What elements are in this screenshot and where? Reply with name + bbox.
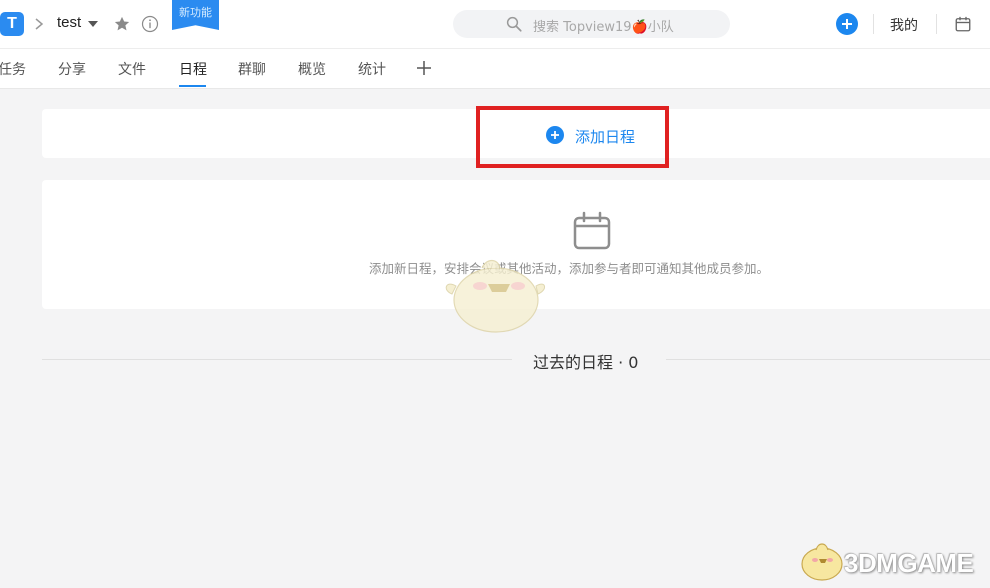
tab-overview[interactable]: 概览 (298, 59, 326, 79)
divider (936, 14, 937, 34)
add-tab-icon[interactable] (415, 59, 433, 77)
highlight-box (476, 106, 669, 168)
calendar-icon (573, 211, 611, 250)
project-name[interactable]: test (57, 14, 81, 31)
site-watermark: 3DMGAME (796, 536, 986, 584)
plus-icon (842, 19, 852, 29)
tab-tasks[interactable]: 任务 (0, 59, 26, 79)
divider (666, 359, 990, 360)
tab-schedule[interactable]: 日程 (179, 59, 207, 79)
calendar-icon[interactable] (954, 15, 972, 33)
tab-group-chat[interactable]: 群聊 (238, 59, 266, 79)
mascot-logo-icon (801, 543, 843, 581)
search-input[interactable]: 搜索 Topview19🍎小队 (453, 10, 730, 38)
divider (42, 359, 512, 360)
tab-files[interactable]: 文件 (118, 59, 146, 79)
active-tab-indicator (179, 85, 206, 87)
empty-state-message: 添加新日程，安排会议或其他活动，添加参与者即可通知其他成员参加。 (369, 261, 770, 276)
search-icon (506, 16, 522, 32)
top-bar: T test 新功能 搜索 Topview19🍎小队 我的 (0, 0, 990, 49)
quick-add-button[interactable] (836, 13, 858, 35)
watermark-text: 3DMGAME (844, 548, 974, 578)
past-schedules-label[interactable]: 过去的日程 · 0 (533, 349, 638, 373)
mascot-watermark-icon (445, 259, 545, 333)
app-logo[interactable]: T (0, 12, 24, 36)
info-icon[interactable] (141, 15, 159, 33)
star-icon[interactable] (113, 15, 131, 33)
tab-share[interactable]: 分享 (58, 59, 86, 79)
my-menu-link[interactable]: 我的 (890, 15, 918, 35)
search-placeholder: 搜索 Topview19🍎小队 (533, 20, 674, 35)
new-feature-tag[interactable]: 新功能 (172, 0, 219, 30)
divider (873, 14, 874, 34)
chevron-right-icon (35, 18, 44, 30)
tab-bar: 任务 分享 文件 日程 群聊 概览 统计 (0, 49, 990, 89)
tab-statistics[interactable]: 统计 (358, 59, 386, 79)
caret-down-icon[interactable] (88, 20, 98, 28)
